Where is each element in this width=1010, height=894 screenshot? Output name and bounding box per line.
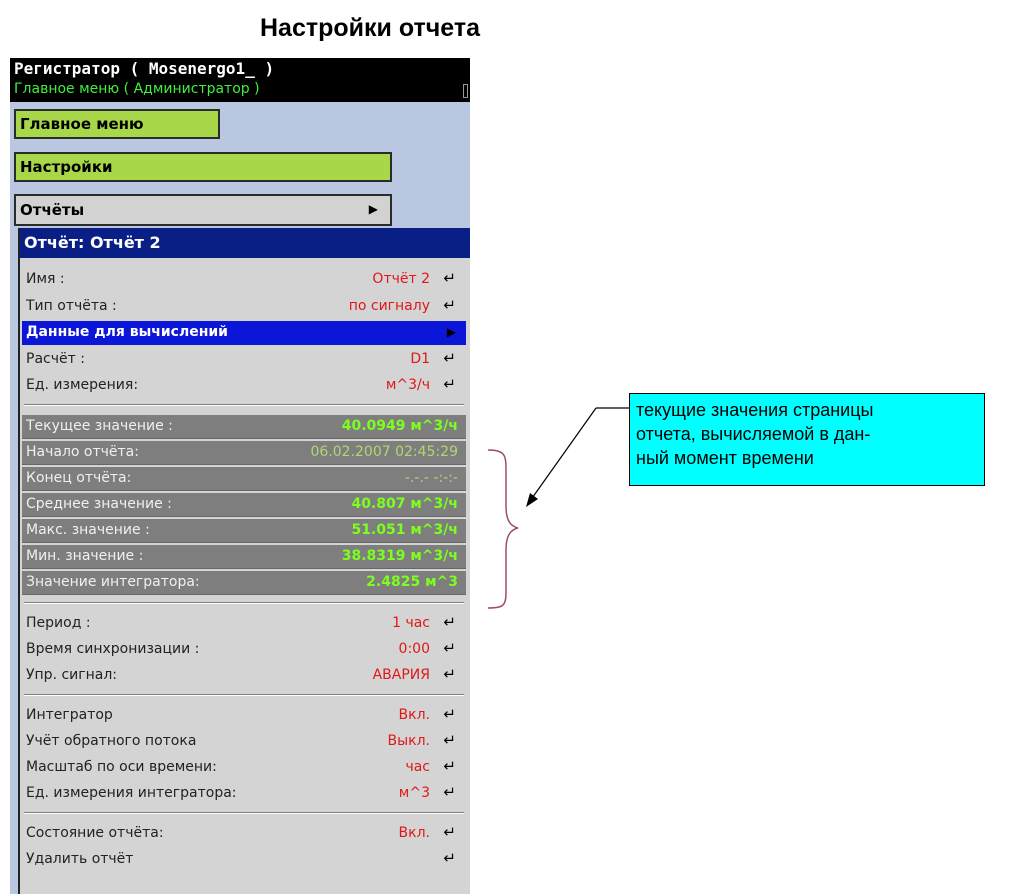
callout-line: отчета, вычисляемой в дан- [636,424,871,444]
enter-arrow-icon: ↵ [443,849,456,867]
row-value: 0:00 [398,641,430,657]
row-value: м^3/ч [385,377,430,393]
row-label: Расчёт : [26,351,85,367]
row-value: АВАРИЯ [372,667,430,683]
row-report-type[interactable]: Тип отчёта : по сигналу ↵ [22,295,466,319]
row-label: Значение интегратора: [26,574,200,590]
row-integrator[interactable]: Интегратор Вкл. ↵ [22,704,466,728]
row-label: Мин. значение : [26,548,144,564]
callout-line: ный момент времени [636,448,814,468]
row-label: Тип отчёта : [26,298,117,314]
row-value: -.-.- -:-:- [404,470,458,486]
dialog-title: Отчёт: Отчёт 2 [20,228,470,258]
row-value: D1 [410,351,430,367]
enter-arrow-icon: ↵ [443,296,456,314]
row-value: по сигналу [348,298,430,314]
callout-line: текущие значения страницы [636,400,874,420]
row-value: 51.051 м^3/ч [351,522,458,538]
row-calc-data[interactable]: Данные для вычислений ▶ [22,321,466,345]
row-label: Текущее значение : [26,418,173,434]
row-label: Ед. измерения: [26,377,139,393]
row-period[interactable]: Период : 1 час ↵ [22,612,466,636]
row-max: Макс. значение : 51.051 м^3/ч [22,519,466,543]
row-value: 06.02.2007 02:45:29 [310,444,459,460]
row-label: Ед. измерения интегратора: [26,785,237,801]
enter-arrow-icon: ↵ [443,665,456,683]
enter-arrow-icon: ↵ [443,705,456,723]
row-integrator-unit[interactable]: Ед. измерения интегратора: м^3 ↵ [22,782,466,806]
row-value: 2.4825 м^3 [366,574,458,590]
row-label: Удалить отчёт [26,851,134,867]
device-screen: Регистратор ( Mosenergo1_ ) Главное меню… [10,58,470,894]
enter-arrow-icon: ↵ [443,731,456,749]
row-reverse-flow[interactable]: Учёт обратного потока Выкл. ↵ [22,730,466,754]
enter-arrow-icon: ↵ [443,375,456,393]
row-value: 40.807 м^3/ч [351,496,458,512]
menu-main[interactable]: Главное меню [14,109,220,139]
menu-reports-label: Отчёты [20,201,85,219]
row-label: Интегратор [26,707,113,723]
row-label: Упр. сигнал: [26,667,118,683]
row-value: час [405,759,430,775]
row-report-state[interactable]: Состояние отчёта: Вкл. ↵ [22,822,466,846]
row-value: 38.8319 м^3/ч [341,548,458,564]
row-report-start: Начало отчёта: 06.02.2007 02:45:29 [22,441,466,465]
row-label: Имя : [26,271,65,287]
enter-arrow-icon: ↵ [443,269,456,287]
window-subtitle: Главное меню ( Администратор ) [14,81,260,97]
row-integrator-value: Значение интегратора: 2.4825 м^3 [22,571,466,595]
row-min: Мин. значение : 38.8319 м^3/ч [22,545,466,569]
row-control-signal[interactable]: Упр. сигнал: АВАРИЯ ↵ [22,664,466,688]
enter-arrow-icon: ↵ [443,613,456,631]
row-name[interactable]: Имя : Отчёт 2 ↵ [22,268,466,292]
row-label: Состояние отчёта: [26,825,164,841]
row-value: 1 час [392,615,430,631]
row-sync-time[interactable]: Время синхронизации : 0:00 ↵ [22,638,466,662]
row-label: Начало отчёта: [26,444,139,460]
row-value: 40.0949 м^3/ч [341,418,458,434]
row-value: м^3 [398,785,430,801]
row-label: Данные для вычислений [26,324,228,340]
row-average: Среднее значение : 40.807 м^3/ч [22,493,466,517]
submenu-arrow-icon: ▶ [446,325,456,339]
row-unit[interactable]: Ед. измерения: м^3/ч ↵ [22,374,466,398]
menu-settings[interactable]: Настройки [14,152,392,182]
row-value: Вкл. [398,707,430,723]
callout-note: текущие значения страницы отчета, вычисл… [629,393,985,486]
row-time-scale[interactable]: Масштаб по оси времени: час ↵ [22,756,466,780]
row-label: Среднее значение : [26,496,172,512]
row-label: Период : [26,615,91,631]
submenu-arrow-icon: ▶ [368,202,378,216]
separator [24,404,464,406]
row-value: Вкл. [398,825,430,841]
row-label: Конец отчёта: [26,470,132,486]
row-label: Время синхронизации : [26,641,200,657]
row-label: Масштаб по оси времени: [26,759,217,775]
enter-arrow-icon: ↵ [443,349,456,367]
page-title: Настройки отчета [260,14,480,42]
row-report-end: Конец отчёта: -.-.- -:-:- [22,467,466,491]
row-delete-report[interactable]: Удалить отчёт ↵ [22,848,466,872]
row-label: Макс. значение : [26,522,150,538]
row-label: Учёт обратного потока [26,733,197,749]
pointer-arrow-icon [526,407,630,507]
row-current-value: Текущее значение : 40.0949 м^3/ч [22,415,466,439]
row-value: Отчёт 2 [372,271,430,287]
separator [24,694,464,696]
title-bar: Регистратор ( Mosenergo1_ ) Главное меню… [10,58,470,102]
menu-reports[interactable]: Отчёты ▶ [14,194,392,226]
report-dialog: Отчёт: Отчёт 2 Имя : Отчёт 2 ↵ Тип отчёт… [18,228,470,894]
row-value: Выкл. [387,733,430,749]
enter-arrow-icon: ↵ [443,823,456,841]
window-title: Регистратор ( Mosenergo1_ ) [14,59,275,78]
enter-arrow-icon: ↵ [443,639,456,657]
separator [24,812,464,814]
row-calculation[interactable]: Расчёт : D1 ↵ [22,348,466,372]
enter-arrow-icon: ↵ [443,783,456,801]
separator [24,602,464,604]
enter-arrow-icon: ↵ [443,757,456,775]
window-control[interactable] [463,84,468,98]
